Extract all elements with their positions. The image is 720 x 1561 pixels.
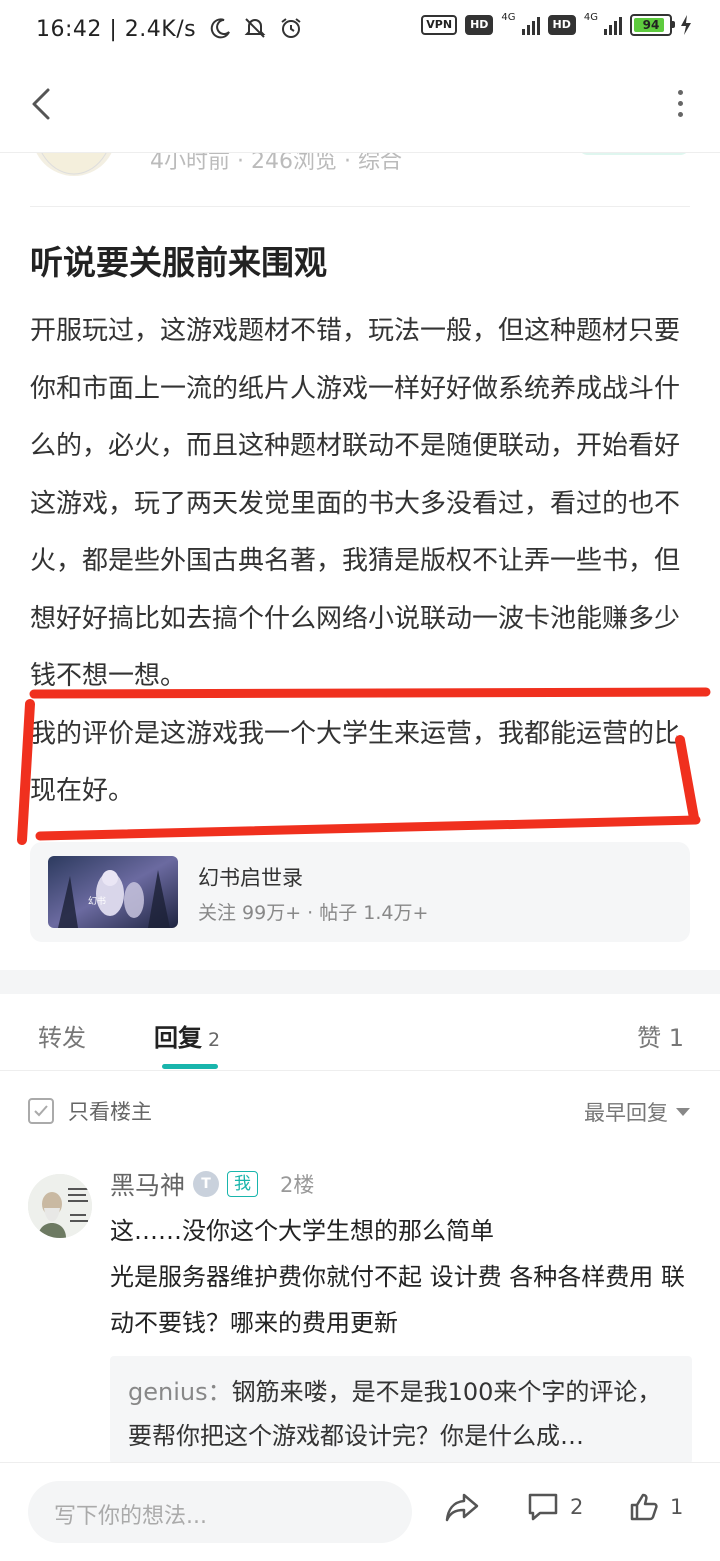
comment-input[interactable]: 写下你的想法... [28, 1481, 412, 1543]
tab-forward[interactable]: 转发 [38, 1018, 86, 1053]
game-card[interactable]: 幻书 幻书启世录 关注 99万+ · 帖子 1.4万+ [30, 842, 690, 942]
charging-icon [681, 15, 691, 35]
signal-icon-2 [604, 15, 622, 35]
alarm-icon [280, 18, 301, 38]
network-type: 4G [501, 11, 516, 23]
more-options-icon[interactable] [676, 90, 684, 120]
like-count: 1 [670, 1495, 684, 1519]
game-stats: 关注 99万+ · 帖子 1.4万+ [198, 902, 429, 924]
comment-input-placeholder: 写下你的想法... [54, 1504, 207, 1529]
share-icon [445, 1493, 479, 1522]
comment-count: 2 [570, 1495, 584, 1519]
reply-quote-user: genius： [128, 1378, 232, 1406]
floor-number: 2楼 [280, 1173, 315, 1197]
status-bar: 16:42 | 2.4K/s VPN HD 4G HD 4G 94 [0, 0, 720, 60]
me-badge: 我 [227, 1171, 259, 1197]
thumbs-up-icon [630, 1493, 658, 1521]
battery-level: 94 [642, 18, 660, 32]
bottom-action-bar: 写下你的想法... 2 1 [0, 1462, 720, 1561]
comment-icon [528, 1493, 558, 1521]
tab-reply[interactable]: 回复 2 [154, 1018, 220, 1053]
network-type-2: 4G [583, 11, 598, 23]
battery-icon: 94 [630, 14, 675, 36]
red-annotation-box [17, 687, 711, 845]
like-button[interactable]: 1 [628, 1491, 683, 1523]
vpn-badge: VPN [421, 15, 458, 35]
post-paragraph-1: 开服玩过，这游戏题材不错，玩法一般，但这种题材只要你和市面上一流的纸片人游戏一样… [30, 316, 681, 691]
divider [30, 206, 690, 207]
commenter-avatar[interactable] [28, 1174, 92, 1238]
mute-icon [244, 18, 266, 38]
reply-quote-content: genius：钢筋来喽，是不是我100来个字的评论，要帮你把这个游戏都设计完？你… [128, 1370, 678, 1458]
game-name: 幻书启世录 [198, 866, 303, 890]
signal-icon [521, 15, 540, 35]
hd-badge-2: HD [547, 15, 576, 35]
svg-text:幻书: 幻书 [88, 895, 106, 907]
status-time: 16:42 | 2.4K/s [36, 17, 197, 42]
moon-icon [210, 18, 230, 39]
top-nav-bar [0, 60, 720, 153]
chevron-left-icon [32, 88, 50, 120]
only-op-label: 只看楼主 [68, 1100, 152, 1124]
reply-quote[interactable]: genius：钢筋来喽，是不是我100来个字的评论，要帮你把这个游戏都设计完？你… [110, 1356, 692, 1464]
section-separator [0, 970, 720, 994]
post-title: 听说要关服前来围观 [30, 243, 327, 282]
tab-like[interactable]: 赞 1 [637, 1018, 684, 1053]
caret-down-icon [676, 1108, 690, 1116]
comment-count-button[interactable]: 2 [526, 1491, 583, 1523]
sort-label: 最早回复 [584, 1101, 668, 1125]
share-button[interactable] [444, 1491, 480, 1523]
hd-badge: HD [465, 15, 494, 35]
back-button[interactable] [24, 82, 64, 126]
checkbox-icon[interactable] [28, 1098, 54, 1124]
tab-bar: 转发 回复 2 赞 1 [0, 994, 720, 1071]
level-badge: T [193, 1171, 220, 1197]
tab-reply-label: 回复 [154, 1024, 202, 1052]
commenter-name[interactable]: 黑马神 [110, 1166, 185, 1202]
sort-dropdown[interactable]: 最早回复 [584, 1097, 690, 1127]
tab-reply-count: 2 [208, 1029, 221, 1051]
commenter-header: 黑马神 T 我 2楼 [110, 1166, 314, 1202]
only-op-toggle[interactable]: 只看楼主 [28, 1096, 152, 1126]
tab-indicator [162, 1064, 218, 1069]
status-icons: VPN HD 4G HD 4G 94 [421, 11, 692, 36]
comment-text: 这……没你这个大学生想的那么简单 光是服务器维护费你就付不起 设计费 各种各样费… [110, 1217, 685, 1337]
game-cover-image: 幻书 [48, 856, 178, 928]
status-time-speed: 16:42 | 2.4K/s [36, 16, 303, 42]
